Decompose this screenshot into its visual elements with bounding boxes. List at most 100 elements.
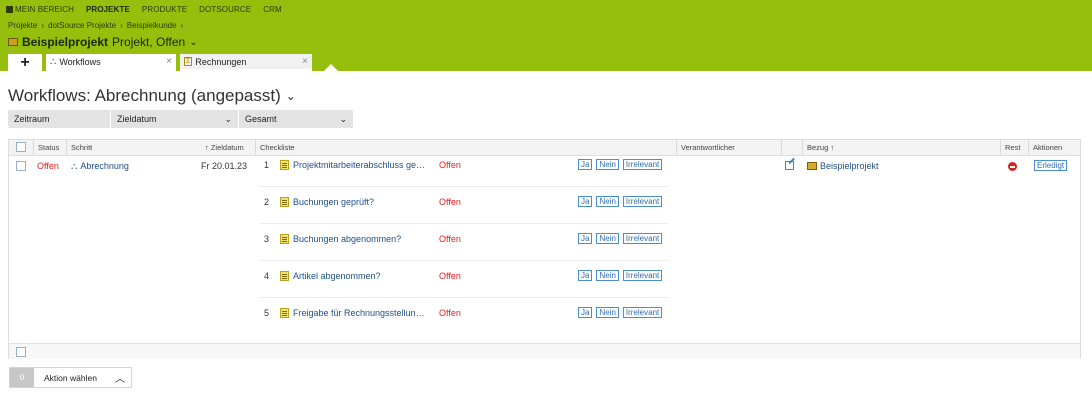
row-divider [260, 223, 668, 224]
workflow-icon: ⛬ [50, 56, 57, 66]
checklist-status: Offen [439, 234, 461, 244]
project-title[interactable]: Beispielprojekt Projekt, Offen ⌄ [8, 35, 198, 49]
erledigt-button[interactable]: Erledigt [1034, 160, 1071, 171]
nein-button[interactable]: Nein [596, 233, 619, 244]
table-footer [9, 343, 1080, 359]
irrelevant-button[interactable]: Irrelevant [622, 307, 663, 318]
tab-rechnungen-label: Rechnungen [195, 56, 247, 67]
nein-button[interactable]: Nein [596, 270, 619, 281]
chevron-down-icon: ⌄ [224, 113, 232, 124]
tab-bar: + ⛬ Workflows × Σ Rechnungen × [8, 54, 312, 71]
ja-button[interactable]: Ja [578, 270, 593, 281]
select-all-checkbox[interactable] [16, 142, 26, 154]
col-aktionen[interactable]: Aktionen [1033, 140, 1062, 156]
col-rest[interactable]: Rest [1005, 140, 1020, 156]
col-checkliste[interactable]: Checkliste [260, 140, 295, 156]
nav-produkte[interactable]: PRODUKTE [142, 5, 187, 14]
checklist-answer-buttons: Ja Nein Irrelevant [578, 270, 666, 281]
filter-zieldatum[interactable]: Zieldatum ⌄ [111, 110, 239, 128]
breadcrumb-item-dotsource-projekte[interactable]: dotSource Projekte [48, 21, 116, 30]
checklist-answer-buttons: Ja Nein Irrelevant [578, 196, 666, 207]
checklist-status: Offen [439, 271, 461, 281]
rest-minus-icon [1008, 162, 1017, 172]
add-tab-button[interactable]: + [8, 54, 42, 71]
nein-button[interactable]: Nein [596, 159, 619, 170]
nein-button[interactable]: Nein [596, 307, 619, 318]
row-divider [260, 297, 668, 298]
checklist-answer-buttons: Ja Nein Irrelevant [578, 233, 666, 244]
checklist-item-link[interactable]: Buchungen abgenommen? [280, 234, 401, 244]
ja-button[interactable]: Ja [578, 159, 593, 170]
checklist-item-link[interactable]: Artikel abgenommen? [280, 271, 381, 281]
nav-crm[interactable]: CRM [263, 5, 282, 14]
checklist-number: 4 [264, 271, 270, 281]
sort-up-icon: ↑ [205, 143, 209, 152]
checklist-item-link[interactable]: Buchungen geprüft? [280, 197, 374, 207]
checklist-answer-buttons: Ja Nein Irrelevant [578, 159, 666, 170]
tab-workflows-label: Workflows [59, 56, 101, 67]
schritt-link[interactable]: ⛬ Abrechnung [71, 161, 129, 172]
chevron-right-icon: › [180, 21, 184, 30]
tab-rechnungen[interactable]: Σ Rechnungen × [180, 54, 312, 71]
chevron-right-icon: › [41, 21, 45, 30]
action-selector[interactable]: 0 Aktion wählen ︿ [9, 367, 132, 388]
action-label: Aktion wählen [44, 372, 97, 383]
close-icon[interactable]: × [296, 56, 308, 67]
col-bezug[interactable]: Bezug ↑ [807, 140, 834, 156]
checklist-status: Offen [439, 308, 461, 318]
chevron-down-icon: ⌄ [285, 89, 296, 103]
filter-zeitraum[interactable]: Zeitraum [8, 110, 111, 128]
irrelevant-button[interactable]: Irrelevant [622, 270, 663, 281]
breadcrumb-item-beispielkunde[interactable]: Beispielkunde [127, 21, 177, 30]
project-subtitle: Projekt, Offen [112, 35, 186, 49]
checklist-item-link[interactable]: Freigabe für Rechnungsstellun… [280, 308, 425, 318]
checklist-item-link[interactable]: Projektmitarbeiterabschluss ge… [280, 160, 425, 170]
top-navigation: MEIN BEREICH PROJEKTE PRODUKTE DOTSOURCE… [6, 5, 282, 14]
checklist-number: 5 [264, 308, 270, 318]
irrelevant-button[interactable]: Irrelevant [622, 159, 663, 170]
sort-up-icon: ↑ [830, 143, 835, 152]
app-header: MEIN BEREICH PROJEKTE PRODUKTE DOTSOURCE… [0, 0, 1092, 71]
nein-button[interactable]: Nein [596, 196, 619, 207]
col-schritt[interactable]: Schritt [71, 140, 92, 156]
tab-workflows[interactable]: ⛬ Workflows × [46, 54, 176, 71]
irrelevant-button[interactable]: Irrelevant [622, 233, 663, 244]
filter-gesamt[interactable]: Gesamt ⌄ [239, 110, 353, 128]
folder-icon [8, 38, 18, 46]
checklist-number: 1 [264, 160, 270, 170]
workflow-table: Status Schritt ↑ Zieldatum Checkliste Ve… [8, 139, 1081, 359]
nav-dotsource[interactable]: DOTSOURCE [199, 5, 251, 14]
col-zieldatum[interactable]: ↑ Zieldatum [205, 140, 244, 156]
checklist-number: 2 [264, 197, 270, 207]
page-title[interactable]: Workflows: Abrechnung (angepasst) ⌄ [8, 86, 296, 106]
col-status[interactable]: Status [38, 140, 59, 156]
checklist-icon [280, 271, 289, 281]
sigma-icon: Σ [184, 57, 193, 66]
checklist-icon [280, 160, 289, 170]
ja-button[interactable]: Ja [578, 196, 593, 207]
ja-button[interactable]: Ja [578, 307, 593, 318]
close-icon[interactable]: × [160, 56, 172, 67]
ja-button[interactable]: Ja [578, 233, 593, 244]
zieldatum-value: Fr 20.01.23 [201, 161, 248, 171]
row-checkbox[interactable] [16, 161, 26, 173]
irrelevant-button[interactable]: Irrelevant [622, 196, 663, 207]
row-divider [260, 186, 668, 187]
table-header: Status Schritt ↑ Zieldatum Checkliste Ve… [9, 140, 1080, 156]
project-name: Beispielprojekt [22, 35, 109, 49]
chevron-right-icon: › [120, 21, 123, 30]
breadcrumb: Projekte › dotSource Projekte › Beispielkund… [8, 21, 187, 30]
row-divider [260, 260, 668, 261]
footer-select-checkbox[interactable] [16, 347, 26, 359]
selected-count-badge: 0 [10, 368, 34, 387]
breadcrumb-item-projekte[interactable]: Projekte [8, 21, 37, 30]
nav-projekte[interactable]: PROJEKTE [86, 5, 130, 14]
checklist-number: 3 [264, 234, 270, 244]
checklist-icon [280, 197, 289, 207]
col-verantwortlicher[interactable]: Verantwortlicher [681, 140, 735, 156]
nav-mein-bereich[interactable]: MEIN BEREICH [6, 5, 74, 14]
bezug-link[interactable]: Beispielprojekt [807, 161, 879, 171]
workflow-icon: ⛬ [71, 161, 78, 171]
edit-icon[interactable] [785, 161, 794, 172]
status-text: Offen [37, 161, 59, 171]
